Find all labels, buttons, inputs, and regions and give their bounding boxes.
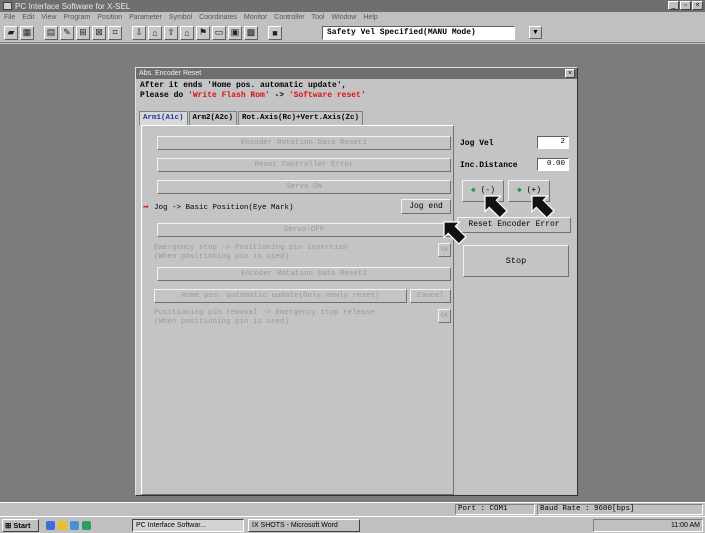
clock: 11:00 AM xyxy=(670,522,700,529)
taskbar-word-document[interactable]: IX SHOTS - Microsoft Word xyxy=(248,519,360,532)
pointer-arrow-icon xyxy=(443,221,467,245)
email-icon[interactable] xyxy=(70,521,79,530)
browser-icon[interactable] xyxy=(46,521,55,530)
folder-icon[interactable] xyxy=(58,521,67,530)
status-bar: Port : COM1 Baud Rate : 9600[bps] xyxy=(0,502,705,515)
start-label: Start xyxy=(13,521,31,530)
windows-logo-icon: ⊞ xyxy=(5,521,12,530)
taskbar: ⊞ Start PC Interface Softwar... IX SHOTS… xyxy=(0,516,705,533)
system-tray: 11:00 AM xyxy=(593,519,703,532)
pointer-arrows-overlay xyxy=(443,195,555,245)
desktop-icon[interactable] xyxy=(82,521,91,530)
baud-rate-status: Baud Rate : 9600[bps] xyxy=(537,504,703,515)
pointer-arrow-icon xyxy=(484,195,508,219)
pointer-arrow-icon xyxy=(531,195,555,219)
start-button[interactable]: ⊞ Start xyxy=(2,519,39,532)
taskbar-pc-interface[interactable]: PC Interface Softwar... xyxy=(132,519,244,532)
port-status: Port : COM1 xyxy=(455,504,535,515)
